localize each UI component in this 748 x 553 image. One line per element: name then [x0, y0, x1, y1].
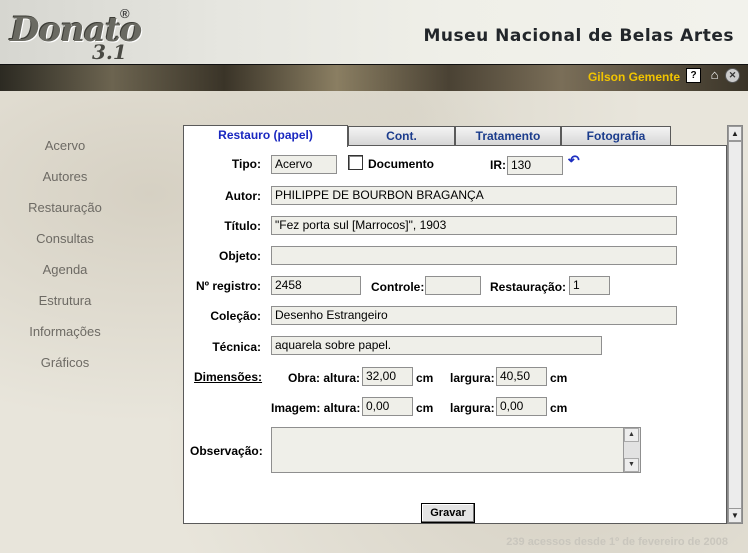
- scroll-down-icon[interactable]: ▼: [728, 508, 742, 523]
- obra-altura-unit: cm: [416, 371, 434, 385]
- tab-fotografia[interactable]: Fotografia: [561, 126, 671, 145]
- registro-label: Nº registro:: [195, 279, 261, 293]
- imagem-largura-label: largura:: [450, 401, 495, 415]
- obra-largura-label: largura:: [450, 371, 495, 385]
- observacao-label: Observação:: [190, 444, 263, 458]
- obra-largura-field[interactable]: 40,50: [496, 367, 547, 386]
- textarea-scroll-up-icon[interactable]: ▲: [624, 428, 639, 442]
- imagem-largura-unit: cm: [550, 401, 568, 415]
- controle-field[interactable]: [425, 276, 481, 295]
- sidebar-item-informacoes[interactable]: Informações: [0, 324, 130, 355]
- undo-icon[interactable]: ↶: [568, 152, 580, 169]
- sidebar-item-estrutura[interactable]: Estrutura: [0, 293, 130, 324]
- close-icon[interactable]: ✕: [725, 68, 740, 83]
- objeto-field[interactable]: [271, 246, 677, 265]
- imagem-altura-unit: cm: [416, 401, 434, 415]
- documento-checkbox[interactable]: [348, 155, 363, 170]
- obra-altura-field[interactable]: 32,00: [362, 367, 413, 386]
- obra-altura-label: Obra: altura:: [288, 371, 361, 385]
- ir-field[interactable]: 130: [507, 156, 563, 175]
- sidebar-item-agenda[interactable]: Agenda: [0, 262, 130, 293]
- colecao-label: Coleção:: [210, 309, 261, 323]
- dimensoes-label: Dimensões:: [194, 370, 263, 384]
- titulo-label: Título:: [224, 219, 261, 233]
- sidebar-item-acervo[interactable]: Acervo: [0, 138, 130, 169]
- tipo-label: Tipo:: [231, 157, 261, 171]
- user-name: Gilson Gemente: [587, 70, 680, 84]
- panel-scrollbar[interactable]: ▲ ▼: [727, 125, 743, 524]
- tab-cont[interactable]: Cont.: [348, 126, 455, 145]
- ir-label: IR:: [490, 158, 506, 172]
- controle-label: Controle:: [371, 280, 425, 294]
- observacao-scrollbar[interactable]: ▲ ▼: [623, 428, 640, 472]
- tecnica-field[interactable]: aquarela sobre papel.: [271, 336, 602, 355]
- restauracao-label: Restauração:: [490, 280, 567, 294]
- sidebar-item-autores[interactable]: Autores: [0, 169, 130, 200]
- imagem-altura-label: Imagem: altura:: [271, 401, 361, 415]
- imagem-largura-field[interactable]: 0,00: [496, 397, 547, 416]
- imagem-altura-field[interactable]: 0,00: [362, 397, 413, 416]
- sidebar-item-restauracao[interactable]: Restauração: [0, 200, 130, 231]
- colecao-field[interactable]: Desenho Estrangeiro: [271, 306, 677, 325]
- restauracao-field[interactable]: 1: [569, 276, 610, 295]
- titulo-field[interactable]: "Fez porta sul [Marrocos]", 1903: [271, 216, 677, 235]
- tab-restauro-papel[interactable]: Restauro (papel): [183, 125, 348, 147]
- tipo-field[interactable]: Acervo: [271, 155, 337, 174]
- sidebar-item-graficos[interactable]: Gráficos: [0, 355, 130, 386]
- documento-label: Documento: [368, 157, 434, 171]
- autor-field[interactable]: PHILIPPE DE BOURBON BRAGANÇA: [271, 186, 677, 205]
- help-icon[interactable]: ?: [686, 68, 701, 83]
- logo-registered-mark: ®: [120, 6, 130, 21]
- textarea-scroll-down-icon[interactable]: ▼: [624, 458, 639, 472]
- scroll-up-icon[interactable]: ▲: [728, 126, 742, 141]
- sidebar: Acervo Autores Restauração Consultas Age…: [0, 138, 130, 386]
- tab-bar: Restauro (papel) Cont. Tratamento Fotogr…: [183, 125, 727, 147]
- app-logo: Donato 3.1 ®: [10, 4, 142, 64]
- registro-field[interactable]: 2458: [271, 276, 361, 295]
- save-button[interactable]: Gravar: [421, 503, 475, 523]
- home-icon[interactable]: ⌂: [708, 68, 721, 81]
- logo-version: 3.1: [92, 40, 127, 64]
- tab-tratamento[interactable]: Tratamento: [455, 126, 561, 145]
- observacao-textarea[interactable]: ▲ ▼: [271, 427, 641, 473]
- tecnica-label: Técnica:: [212, 340, 261, 354]
- autor-label: Autor:: [225, 189, 261, 203]
- sidebar-item-consultas[interactable]: Consultas: [0, 231, 130, 262]
- obra-largura-unit: cm: [550, 371, 568, 385]
- access-counter: 239 acessos desde 1º de fevereiro de 200…: [506, 536, 728, 548]
- page-title: Museu Nacional de Belas Artes: [423, 26, 734, 46]
- objeto-label: Objeto:: [219, 249, 261, 263]
- scroll-thumb[interactable]: [728, 141, 742, 509]
